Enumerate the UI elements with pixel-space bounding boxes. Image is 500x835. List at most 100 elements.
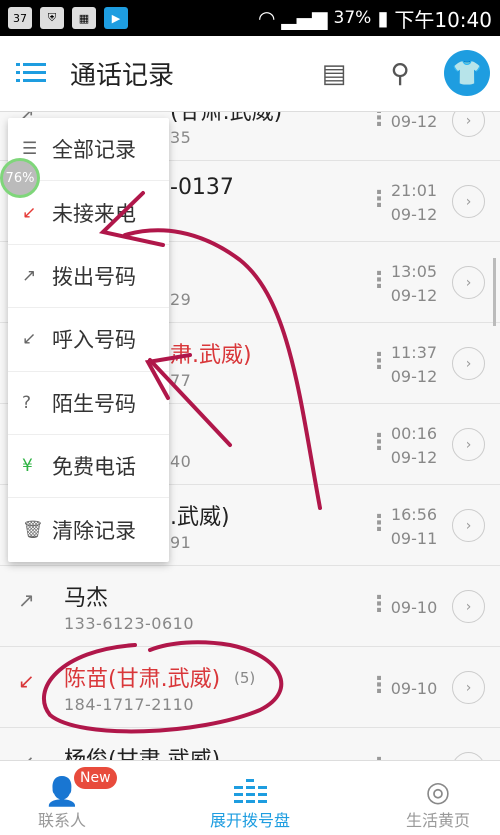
details-chevron-icon[interactable]: ›: [452, 347, 485, 380]
menu-item-label: 呼入号码: [52, 328, 136, 353]
menu-item-label: 拨出号码: [52, 264, 136, 289]
call-time: 21:01 09-12: [390, 179, 438, 227]
shield-icon: ⛨: [40, 7, 64, 29]
details-chevron-icon[interactable]: ›: [452, 671, 485, 704]
phone-number: 133-6123-0610: [64, 614, 195, 633]
menu-item[interactable]: ↙ 呼入号码: [8, 308, 169, 372]
list-icon[interactable]: [16, 62, 46, 84]
details-chevron-icon[interactable]: ›: [452, 266, 485, 299]
call-missed-icon: ↙: [18, 669, 35, 693]
phone-number: 184-1717-2110: [64, 695, 195, 714]
date-text: 09-10: [390, 679, 438, 698]
page-title: 通话记录: [70, 61, 175, 91]
chat-search-icon: ◎: [425, 775, 451, 808]
details-chevron-icon[interactable]: ›: [452, 509, 485, 542]
tab-dialpad[interactable]: 展开拨号盘: [190, 769, 310, 831]
more-icon[interactable]: ⋮: [368, 673, 390, 698]
phone-number: 29: [170, 290, 192, 309]
call-time: 16:56 09-11: [390, 503, 438, 551]
menu-item-icon: 🗑: [22, 520, 44, 541]
date-text: 09-12: [390, 286, 438, 305]
call-time: 00:16 09-12: [390, 422, 438, 470]
call-row[interactable]: ↙ 陈苗(甘肃.武威) (5) 184-1717-2110 ⋮ 09-10 ›: [0, 647, 500, 728]
date-text: 09-12: [390, 448, 438, 467]
call-time: 09-12: [390, 112, 438, 134]
call-time: 09-10: [390, 596, 438, 620]
contact-name: (甘肃.武威): [170, 112, 283, 125]
menu-item[interactable]: ↗ 拨出号码: [8, 245, 169, 309]
call-count: (5): [234, 669, 256, 687]
time-text: 00:16: [390, 424, 438, 443]
progress-badge: 76%: [0, 158, 40, 198]
call-time: 13:05 09-12: [390, 260, 438, 308]
bottom-tab-bar: 👤 New 联系人 展开拨号盘 ◎ 生活黄页: [0, 760, 500, 835]
menu-item-icon: ¥: [22, 456, 33, 477]
menu-item-label: 全部记录: [52, 138, 136, 163]
tab-yellow-pages[interactable]: ◎ 生活黄页: [378, 769, 498, 831]
time-text: 11:37: [390, 343, 438, 362]
menu-item-label: 陌生号码: [52, 391, 136, 416]
contact-name: 马杰: [64, 586, 109, 611]
date-text: 09-12: [390, 367, 438, 386]
more-icon[interactable]: ⋮: [368, 268, 390, 293]
date-text: 09-10: [390, 598, 438, 617]
date-text: 09-11: [390, 529, 438, 548]
tab-label: 展开拨号盘: [209, 811, 290, 830]
more-icon[interactable]: ⋮: [368, 349, 390, 374]
new-badge: New: [74, 767, 117, 789]
phone-number: 35: [170, 128, 192, 147]
call-row[interactable]: ↙ 杨俊(甘肃.武威) ⋮ ›: [0, 728, 500, 760]
menu-item[interactable]: ? 陌生号码: [8, 372, 169, 435]
details-chevron-icon[interactable]: ›: [452, 185, 485, 218]
menu-item-label: 清除记录: [52, 519, 136, 544]
menu-item-label: 免费电话: [52, 455, 136, 480]
contact-name: 肃.武威): [170, 343, 252, 368]
contact-name: .武威): [170, 505, 230, 530]
contact-name: 杨俊(甘肃.武威): [64, 742, 220, 760]
menu-item-icon: ☰: [22, 139, 38, 160]
app-icon: ▦: [72, 7, 96, 29]
notification-count-icon: 37: [8, 7, 32, 29]
time-text: 21:01: [390, 181, 438, 200]
wifi-icon: ◠: [257, 6, 276, 30]
contact-name: -0137: [170, 175, 234, 200]
tab-label: 联系人: [37, 811, 86, 830]
date-text: 09-12: [390, 112, 438, 131]
battery-text: 37%: [333, 8, 372, 28]
details-chevron-icon[interactable]: ›: [452, 752, 485, 760]
phone-number: 91: [170, 533, 192, 552]
details-chevron-icon[interactable]: ›: [452, 428, 485, 461]
clock: 下午10:40: [394, 7, 492, 32]
call-incoming-icon: ↙: [18, 750, 35, 760]
notes-icon[interactable]: ▤: [316, 56, 352, 92]
menu-item-icon: ↙: [22, 202, 37, 223]
menu-item-icon: ↗: [22, 265, 37, 286]
tab-label: 生活黄页: [405, 811, 470, 830]
menu-item[interactable]: 🗑 清除记录: [8, 498, 169, 561]
phone-number: 77: [170, 371, 192, 390]
more-icon[interactable]: ⋮: [368, 430, 390, 455]
details-chevron-icon[interactable]: ›: [452, 590, 485, 623]
call-time: 09-10: [390, 677, 438, 701]
more-icon[interactable]: ⋮: [368, 592, 390, 617]
signal-icon: ▂▄▆: [281, 6, 328, 30]
more-icon[interactable]: ⋮: [368, 511, 390, 536]
details-chevron-icon[interactable]: ›: [452, 112, 485, 137]
call-row[interactable]: ↗ 马杰 133-6123-0610 ⋮ 09-10 ›: [0, 566, 500, 647]
call-outgoing-icon: ↗: [18, 588, 35, 612]
scrollbar[interactable]: [493, 258, 496, 326]
more-icon[interactable]: ⋮: [368, 112, 390, 131]
menu-item-label: 未接来电: [52, 201, 136, 226]
search-icon[interactable]: ⚲: [382, 56, 418, 92]
time-text: 16:56: [390, 505, 438, 524]
shirt-icon[interactable]: 👕: [444, 50, 490, 96]
call-time: 11:37 09-12: [390, 341, 438, 389]
date-text: 09-12: [390, 205, 438, 224]
contact-name: 陈苗(甘肃.武威): [64, 667, 221, 692]
tab-contacts[interactable]: 👤 New 联系人: [2, 767, 122, 831]
menu-item[interactable]: ¥ 免费电话: [8, 435, 169, 499]
more-icon[interactable]: ⋮: [368, 187, 390, 212]
battery-icon: ▮: [377, 6, 389, 30]
menu-item-icon: ↙: [22, 329, 37, 350]
phone-number: 40: [170, 452, 192, 471]
